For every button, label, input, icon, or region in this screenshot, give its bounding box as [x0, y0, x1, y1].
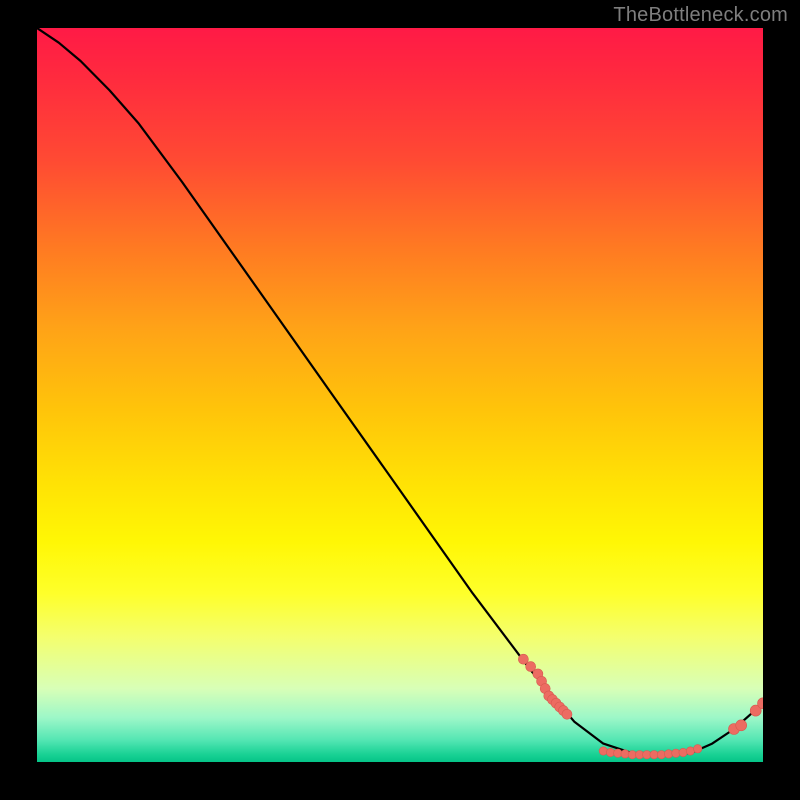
curve-layer — [37, 28, 763, 762]
data-point — [518, 654, 528, 664]
data-point — [526, 662, 536, 672]
chart-frame: TheBottleneck.com — [0, 0, 800, 800]
plot-area — [37, 28, 763, 762]
watermark-text: TheBottleneck.com — [613, 4, 788, 27]
data-point — [694, 745, 702, 753]
data-points — [518, 654, 763, 759]
data-point — [736, 720, 747, 731]
data-point — [679, 748, 687, 756]
bottleneck-curve — [37, 28, 763, 755]
data-point — [562, 709, 572, 719]
